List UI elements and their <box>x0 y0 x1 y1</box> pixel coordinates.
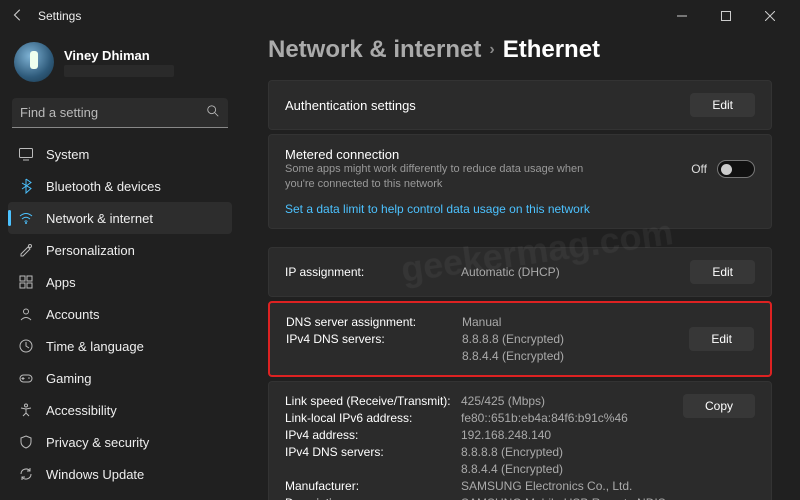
sidebar-nav: System Bluetooth & devices Network & inter… <box>8 138 232 492</box>
chevron-right-icon: › <box>489 41 494 59</box>
dns-edit-button[interactable]: Edit <box>689 327 754 351</box>
sidebar-item-label: Gaming <box>46 371 92 386</box>
window-title: Settings <box>38 9 81 23</box>
privacy-icon <box>18 434 34 450</box>
auth-edit-button[interactable]: Edit <box>690 93 755 117</box>
sidebar-item-label: Time & language <box>46 339 144 354</box>
detail-key <box>285 462 455 476</box>
titlebar: Settings <box>0 0 800 32</box>
metered-desc: Some apps might work differently to redu… <box>285 162 605 192</box>
sidebar-item-label: Bluetooth & devices <box>46 179 161 194</box>
sidebar-item-accessibility[interactable]: Accessibility <box>8 394 232 426</box>
copy-button[interactable]: Copy <box>683 394 755 418</box>
breadcrumb-parent[interactable]: Network & internet <box>268 36 481 64</box>
sidebar-item-label: System <box>46 147 89 162</box>
sidebar-item-wifi[interactable]: Network & internet <box>8 202 232 234</box>
detail-key: Description: <box>285 496 455 500</box>
detail-value: SAMSUNG Mobile USB Remote NDIS Network D… <box>461 496 683 500</box>
sidebar-item-system[interactable]: System <box>8 138 232 170</box>
time-icon <box>18 338 34 354</box>
accessibility-icon <box>18 402 34 418</box>
sidebar-item-label: Privacy & security <box>46 435 149 450</box>
breadcrumb-current: Ethernet <box>503 36 600 64</box>
detail-value: 8.8.8.8 (Encrypted) <box>461 445 683 459</box>
sidebar: Viney Dhiman System Bluetooth & devices Ne… <box>0 32 240 500</box>
bluetooth-icon <box>18 178 34 194</box>
sidebar-item-bluetooth[interactable]: Bluetooth & devices <box>8 170 232 202</box>
gaming-icon <box>18 370 34 386</box>
detail-value: fe80::651b:eb4a:84f6:b91c%46 <box>461 411 683 425</box>
sidebar-item-apps[interactable]: Apps <box>8 266 232 298</box>
profile-block[interactable]: Viney Dhiman <box>8 38 232 92</box>
sidebar-item-label: Accessibility <box>46 403 117 418</box>
update-icon <box>18 466 34 482</box>
sidebar-item-label: Apps <box>46 275 76 290</box>
personalization-icon <box>18 242 34 258</box>
detail-value: SAMSUNG Electronics Co., Ltd. <box>461 479 683 493</box>
sidebar-item-label: Accounts <box>46 307 99 322</box>
search-box[interactable] <box>12 98 228 128</box>
sidebar-item-label: Windows Update <box>46 467 144 482</box>
profile-sub <box>64 65 174 77</box>
detail-value: 425/425 (Mbps) <box>461 394 683 408</box>
dns-assignment-key: DNS server assignment: <box>286 315 456 329</box>
data-limit-link[interactable]: Set a data limit to help control data us… <box>285 202 590 216</box>
back-button[interactable] <box>8 8 28 25</box>
main-panel: Network & internet › Ethernet Authentica… <box>240 32 800 500</box>
dns-card: DNS server assignment: Manual IPv4 DNS s… <box>268 301 772 377</box>
detail-key: Link-local IPv6 address: <box>285 411 455 425</box>
system-icon <box>18 146 34 162</box>
sidebar-item-personalization[interactable]: Personalization <box>8 234 232 266</box>
ip-key: IP assignment: <box>285 265 455 279</box>
auth-label: Authentication settings <box>285 98 416 113</box>
details-card: Link speed (Receive/Transmit): 425/425 (M… <box>268 381 772 500</box>
ip-edit-button[interactable]: Edit <box>690 260 755 284</box>
metered-card: Metered connection Some apps might work … <box>268 134 772 229</box>
wifi-icon <box>18 210 34 226</box>
sidebar-item-gaming[interactable]: Gaming <box>8 362 232 394</box>
sidebar-item-label: Personalization <box>46 243 135 258</box>
metered-toggle-state: Off <box>691 162 707 176</box>
sidebar-item-accounts[interactable]: Accounts <box>8 298 232 330</box>
minimize-button[interactable] <box>660 0 704 32</box>
detail-key: IPv4 address: <box>285 428 455 442</box>
search-input[interactable] <box>20 105 206 120</box>
sidebar-item-time[interactable]: Time & language <box>8 330 232 362</box>
detail-value: 8.8.4.4 (Encrypted) <box>461 462 683 476</box>
sidebar-item-label: Network & internet <box>46 211 153 226</box>
detail-value: 192.168.248.140 <box>461 428 683 442</box>
accounts-icon <box>18 306 34 322</box>
apps-icon <box>18 274 34 290</box>
search-icon <box>206 104 220 121</box>
detail-key: Link speed (Receive/Transmit): <box>285 394 455 408</box>
dns-servers-key: IPv4 DNS servers: <box>286 332 456 346</box>
maximize-button[interactable] <box>704 0 748 32</box>
metered-label: Metered connection <box>285 147 605 162</box>
detail-key: IPv4 DNS servers: <box>285 445 455 459</box>
avatar <box>14 42 54 82</box>
metered-toggle[interactable] <box>717 160 755 178</box>
ip-value: Automatic (DHCP) <box>461 265 690 279</box>
dns-server-2: 8.8.4.4 (Encrypted) <box>462 349 689 363</box>
auth-card: Authentication settings Edit <box>268 80 772 130</box>
sidebar-item-privacy[interactable]: Privacy & security <box>8 426 232 458</box>
breadcrumb: Network & internet › Ethernet <box>268 36 772 64</box>
sidebar-item-update[interactable]: Windows Update <box>8 458 232 490</box>
profile-name: Viney Dhiman <box>64 48 174 63</box>
ip-card: IP assignment: Automatic (DHCP) Edit <box>268 247 772 297</box>
close-button[interactable] <box>748 0 792 32</box>
dns-server-1: 8.8.8.8 (Encrypted) <box>462 332 689 346</box>
detail-key: Manufacturer: <box>285 479 455 493</box>
dns-assignment-value: Manual <box>462 315 689 329</box>
